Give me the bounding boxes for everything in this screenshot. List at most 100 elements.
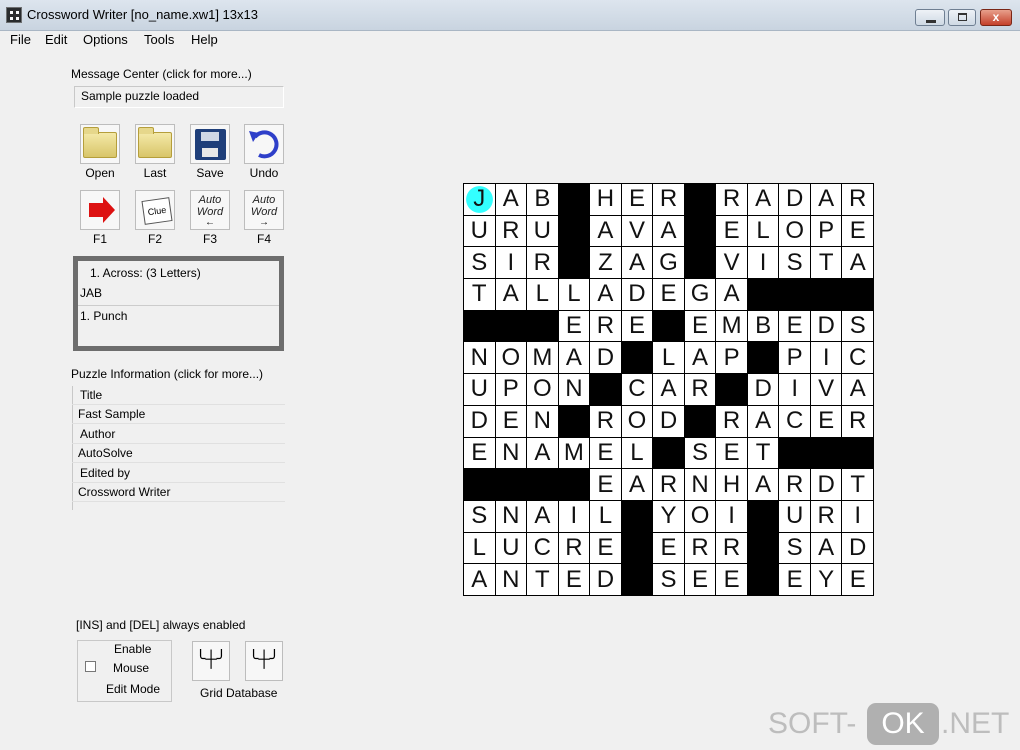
grid-letter-cell[interactable]: R — [716, 405, 747, 437]
grid-letter-cell[interactable]: Y — [810, 564, 842, 595]
grid-block-cell[interactable] — [527, 310, 558, 342]
grid-letter-cell[interactable]: R — [842, 184, 873, 215]
grid-letter-cell[interactable]: A — [621, 247, 653, 279]
grid-letter-cell[interactable]: T — [842, 469, 873, 500]
grid-letter-cell[interactable]: N — [464, 342, 495, 374]
grid-letter-cell[interactable]: B — [527, 184, 558, 215]
grid-block-cell[interactable] — [621, 500, 653, 532]
grid-letter-cell[interactable]: U — [464, 215, 495, 247]
grid-letter-cell[interactable]: A — [747, 469, 779, 500]
grid-letter-cell[interactable]: A — [842, 374, 873, 405]
grid-block-cell[interactable] — [842, 437, 873, 469]
grid-block-cell[interactable] — [747, 279, 779, 310]
f1-tool[interactable]: F1 — [76, 190, 124, 246]
grid-letter-cell[interactable]: T — [527, 564, 558, 595]
grid-letter-cell[interactable]: A — [495, 184, 527, 215]
grid-letter-cell[interactable]: G — [653, 247, 684, 279]
grid-letter-cell[interactable]: M — [527, 342, 558, 374]
close-button[interactable]: x — [980, 9, 1012, 26]
menu-file[interactable]: File — [10, 32, 31, 47]
menu-edit[interactable]: Edit — [45, 32, 67, 47]
grid-block-cell[interactable] — [558, 405, 590, 437]
open-button[interactable] — [80, 124, 120, 164]
grid-letter-cell[interactable]: D — [779, 184, 810, 215]
grid-letter-cell[interactable]: L — [464, 532, 495, 564]
edited-by-value[interactable]: Crossword Writer — [72, 483, 285, 502]
grid-letter-cell[interactable]: V — [810, 374, 842, 405]
grid-letter-cell[interactable]: R — [590, 310, 621, 342]
grid-database-button-1[interactable]: ╰┼╯ — [192, 641, 230, 681]
grid-letter-cell[interactable]: E — [590, 532, 621, 564]
grid-block-cell[interactable] — [779, 279, 810, 310]
message-center-label[interactable]: Message Center (click for more...) — [71, 67, 252, 81]
menu-options[interactable]: Options — [83, 32, 128, 47]
grid-letter-cell[interactable]: P — [810, 215, 842, 247]
grid-letter-cell[interactable]: A — [590, 215, 621, 247]
grid-letter-cell[interactable]: L — [527, 279, 558, 310]
grid-letter-cell[interactable]: A — [621, 469, 653, 500]
grid-letter-cell[interactable]: A — [810, 532, 842, 564]
grid-letter-cell[interactable]: R — [684, 374, 716, 405]
grid-letter-cell[interactable]: T — [747, 437, 779, 469]
grid-block-cell[interactable] — [810, 437, 842, 469]
grid-block-cell[interactable] — [684, 184, 716, 215]
grid-letter-cell[interactable]: L — [590, 500, 621, 532]
grid-letter-cell[interactable]: R — [842, 405, 873, 437]
grid-letter-cell[interactable]: R — [716, 184, 747, 215]
grid-letter-cell[interactable]: E — [716, 564, 747, 595]
grid-block-cell[interactable] — [716, 374, 747, 405]
grid-letter-cell[interactable]: N — [495, 437, 527, 469]
grid-letter-cell[interactable]: L — [621, 437, 653, 469]
grid-block-cell[interactable] — [842, 279, 873, 310]
grid-letter-cell[interactable]: E — [779, 310, 810, 342]
grid-letter-cell[interactable]: A — [590, 279, 621, 310]
grid-block-cell[interactable] — [747, 342, 779, 374]
grid-letter-cell[interactable]: E — [590, 469, 621, 500]
grid-block-cell[interactable] — [747, 532, 779, 564]
grid-letter-cell[interactable]: D — [653, 405, 684, 437]
grid-letter-cell[interactable]: N — [684, 469, 716, 500]
grid-letter-cell[interactable]: I — [716, 500, 747, 532]
grid-letter-cell[interactable]: E — [653, 532, 684, 564]
grid-letter-cell[interactable]: A — [810, 184, 842, 215]
grid-letter-cell[interactable]: E — [810, 405, 842, 437]
grid-letter-cell[interactable]: R — [779, 469, 810, 500]
grid-letter-cell[interactable]: E — [558, 564, 590, 595]
grid-letter-cell[interactable]: O — [621, 405, 653, 437]
clue-text[interactable]: 1. Punch — [80, 309, 127, 323]
grid-letter-cell[interactable]: D — [842, 532, 873, 564]
grid-letter-cell[interactable]: L — [653, 342, 684, 374]
grid-block-cell[interactable] — [684, 405, 716, 437]
grid-block-cell[interactable] — [779, 437, 810, 469]
grid-letter-cell[interactable]: U — [464, 374, 495, 405]
menu-help[interactable]: Help — [191, 32, 218, 47]
grid-letter-cell[interactable]: A — [527, 437, 558, 469]
grid-letter-cell[interactable]: D — [590, 342, 621, 374]
grid-letter-cell[interactable]: C — [621, 374, 653, 405]
grid-letter-cell[interactable]: E — [464, 437, 495, 469]
grid-letter-cell[interactable]: D — [590, 564, 621, 595]
grid-letter-cell[interactable]: I — [558, 500, 590, 532]
grid-letter-cell[interactable]: E — [684, 564, 716, 595]
grid-letter-cell[interactable]: Y — [653, 500, 684, 532]
f2-button[interactable]: Clue — [135, 190, 175, 230]
undo-button[interactable] — [244, 124, 284, 164]
grid-letter-cell[interactable]: T — [464, 279, 495, 310]
undo-tool[interactable]: Undo — [240, 124, 288, 180]
grid-letter-cell[interactable]: S — [684, 437, 716, 469]
grid-letter-cell[interactable]: P — [779, 342, 810, 374]
author-value[interactable]: AutoSolve — [72, 444, 285, 463]
grid-letter-cell[interactable]: R — [810, 500, 842, 532]
grid-letter-cell[interactable]: G — [684, 279, 716, 310]
grid-letter-cell[interactable]: T — [810, 247, 842, 279]
grid-letter-cell[interactable]: P — [495, 374, 527, 405]
grid-letter-cell[interactable]: S — [653, 564, 684, 595]
grid-block-cell[interactable] — [495, 469, 527, 500]
grid-letter-cell[interactable]: E — [495, 405, 527, 437]
grid-letter-cell[interactable]: A — [747, 184, 779, 215]
grid-letter-cell[interactable]: R — [558, 532, 590, 564]
grid-letter-cell[interactable]: E — [558, 310, 590, 342]
f2-tool[interactable]: Clue F2 — [131, 190, 179, 246]
grid-letter-cell[interactable]: M — [558, 437, 590, 469]
grid-letter-cell[interactable]: J — [464, 184, 495, 215]
